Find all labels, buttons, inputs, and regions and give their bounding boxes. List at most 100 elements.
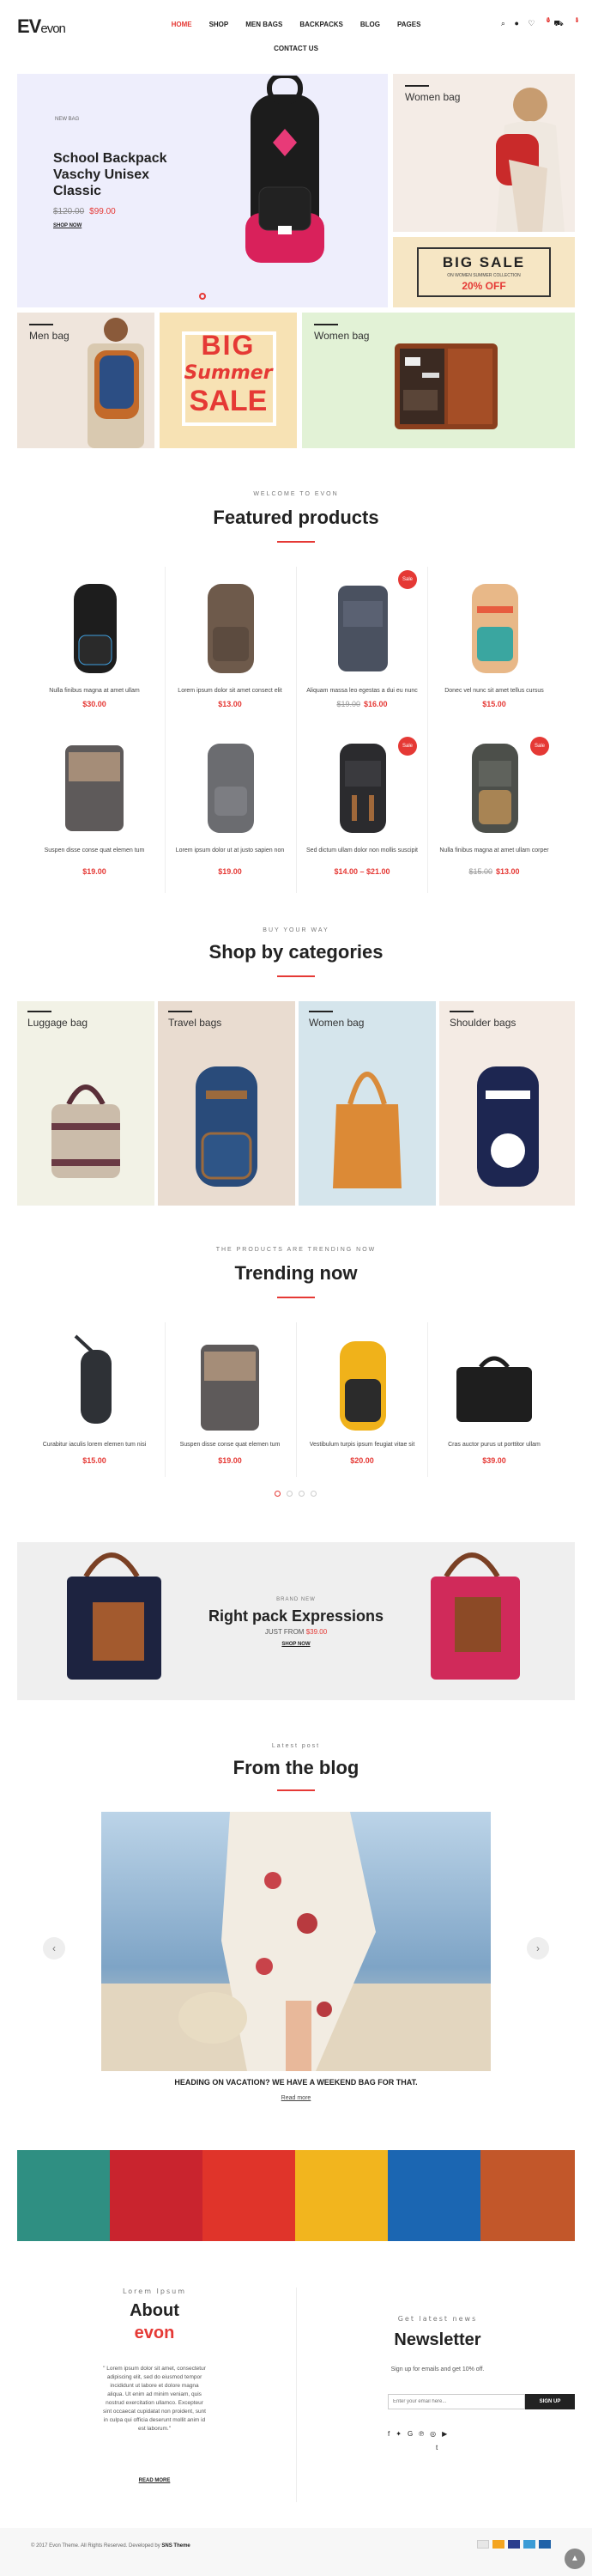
facebook-icon[interactable]: f (388, 2430, 396, 2438)
category-travel-bags[interactable]: Travel bags (158, 1001, 295, 1206)
blog-post-title[interactable]: HEADING ON VACATION? WE HAVE A WEEKEND B… (0, 2078, 592, 2087)
category-luggage-bag[interactable]: Luggage bag (17, 1001, 154, 1206)
product-price: $30.00 (82, 700, 106, 708)
featured-kicker: WELCOME TO EVON (253, 491, 339, 497)
product-image (208, 584, 254, 673)
tumblr-icon[interactable]: t (436, 2444, 438, 2451)
blog-read-more[interactable]: Read more (0, 2095, 592, 2101)
trending-card[interactable]: Cras auctor purus ut porttitor ullam $39… (434, 1327, 554, 1473)
tile-big-sale[interactable]: BIG SALE ON WOMEN SUMMER COLLECTION 20% … (393, 237, 575, 307)
blog-post-image[interactable] (101, 1812, 491, 2071)
product-card[interactable]: Lorem ipsum dolor sit amet consect elit … (170, 567, 290, 720)
product-image (456, 1356, 532, 1422)
visa-icon (508, 2540, 520, 2549)
product-name[interactable]: Cras auctor purus ut porttitor ullam (434, 1441, 554, 1449)
search-icon[interactable]: ⌕ (501, 19, 505, 27)
product-card[interactable]: Sale Nulla finibus magna at amet ullam c… (434, 728, 554, 891)
trending-card[interactable]: Curabitur iaculis lorem elemen tum nisi … (34, 1327, 154, 1473)
blog-underline (277, 1789, 315, 1791)
nav-shop[interactable]: SHOP (209, 21, 229, 28)
tile-women-bag[interactable]: Women bag (393, 74, 575, 232)
product-card[interactable]: Sale Sed dictum ullam dolor non mollis s… (302, 728, 422, 891)
product-name[interactable]: Nulla finibus magna at amet ullam corper (434, 847, 554, 855)
product-name[interactable]: Nulla finibus magna at amet ullam (34, 687, 154, 696)
product-card[interactable]: Suspen disse conse quat elemen tum $19.0… (34, 728, 154, 891)
instagram-icon[interactable]: ◎ (430, 2430, 442, 2438)
header-icons: ⌕ ● ♡ 0 ⛟ 0 (494, 17, 578, 29)
category-image (51, 1084, 120, 1178)
about-read-more[interactable]: READ MORE (17, 2478, 292, 2483)
gallery-image[interactable] (480, 2150, 575, 2241)
product-card[interactable]: Donec vel nunc sit amet tellus cursus $1… (434, 567, 554, 720)
cart-icon[interactable]: ⛟ 0 (553, 17, 578, 27)
trending-card[interactable]: Suspen disse conse quat elemen tum $19.0… (170, 1327, 290, 1473)
gallery-image[interactable] (110, 2150, 202, 2241)
nav-contact[interactable]: CONTACT US (0, 45, 592, 52)
tile-men-bag[interactable]: Men bag (17, 313, 154, 448)
big-sale-off: 20% OFF (462, 280, 506, 292)
wishlist-icon[interactable]: ♡ 0 (528, 17, 550, 27)
product-price: $20.00 (350, 1456, 374, 1465)
nav-pages[interactable]: PAGES (397, 21, 420, 28)
product-card[interactable]: Nulla finibus magna at amet ullam $30.00 (34, 567, 154, 720)
pagination-dot[interactable] (275, 1491, 281, 1497)
product-card[interactable]: Sale Aliquam massa leo egestas a dui eu … (302, 567, 422, 720)
sale-badge: Sale (398, 570, 417, 589)
nav-backpacks[interactable]: BACKPACKS (299, 21, 343, 28)
developer-link[interactable]: SNS Theme (161, 2543, 190, 2549)
trending-kicker: THE PRODUCTS ARE TRENDING NOW (215, 1247, 377, 1253)
google-plus-icon[interactable]: G (408, 2430, 419, 2438)
summer-text: Summer (184, 362, 273, 384)
tile-women-bag-2[interactable]: Women bag (302, 313, 575, 448)
product-name[interactable]: Donec vel nunc sit amet tellus cursus (434, 687, 554, 696)
newsletter-email-input[interactable] (388, 2394, 525, 2409)
gallery-image[interactable] (202, 2150, 295, 2241)
nav-home[interactable]: HOME (172, 21, 192, 28)
pagination-dot[interactable] (287, 1491, 293, 1497)
nav-blog[interactable]: BLOG (360, 21, 380, 28)
product-image (74, 584, 117, 673)
pagination-dot[interactable] (311, 1491, 317, 1497)
product-name[interactable]: Vestibulum turpis ipsum feugiat vitae si… (302, 1441, 422, 1449)
chevron-left-icon[interactable]: ‹ (43, 1937, 65, 1959)
amex-icon (523, 2540, 535, 2549)
product-name[interactable]: Lorem ipsum dolor ut at justo sapien non (170, 847, 290, 855)
newsletter-signup-button[interactable]: SIGN UP (525, 2394, 575, 2409)
tile-summer-sale[interactable]: BIG Summer SALE (160, 313, 297, 448)
promo-title: Right pack Expressions (208, 1607, 384, 1625)
user-icon[interactable]: ● (514, 19, 518, 27)
product-name[interactable]: Aliquam massa leo egestas a dui eu nunc (302, 687, 422, 696)
product-name[interactable]: Lorem ipsum dolor sit amet consect elit (170, 687, 290, 696)
product-image (65, 745, 124, 831)
product-image (472, 584, 518, 673)
social-icons: f✦G℗◎▶ (388, 2430, 453, 2438)
product-name[interactable]: Curabitur iaculis lorem elemen tum nisi (34, 1441, 154, 1449)
promo-shop-now[interactable]: SHOP NOW (17, 1642, 575, 1647)
open-case-image (395, 343, 498, 429)
chevron-right-icon[interactable]: › (527, 1937, 549, 1959)
trending-card[interactable]: Vestibulum turpis ipsum feugiat vitae si… (302, 1327, 422, 1473)
product-name[interactable]: Sed dictum ullam dolor non mollis suscip… (302, 847, 422, 855)
twitter-icon[interactable]: ✦ (396, 2430, 408, 2438)
product-price: $14.00 – $21.00 (334, 867, 390, 876)
nav-men-bags[interactable]: MEN BAGS (245, 21, 282, 28)
category-shoulder-bags[interactable]: Shoulder bags (439, 1001, 575, 1206)
category-women-bag[interactable]: Women bag (299, 1001, 436, 1206)
product-card[interactable]: Lorem ipsum dolor ut at justo sapien non… (170, 728, 290, 891)
gallery-image[interactable] (388, 2150, 480, 2241)
newsletter-kicker: Get latest news (397, 2315, 478, 2323)
pinterest-icon[interactable]: ℗ (419, 2430, 430, 2438)
hero-shop-now[interactable]: SHOP NOW (53, 223, 82, 228)
blog-kicker: Latest post (271, 1743, 321, 1749)
footer (0, 2528, 592, 2576)
slider-dot[interactable] (199, 293, 206, 300)
featured-title: Featured products (213, 507, 379, 528)
hero-backpack-image (245, 76, 324, 263)
scroll-top-icon[interactable]: ▲ (565, 2549, 585, 2569)
youtube-icon[interactable]: ▶ (442, 2430, 453, 2438)
gallery-image[interactable] (295, 2150, 388, 2241)
product-name[interactable]: Suspen disse conse quat elemen tum (170, 1441, 290, 1449)
pagination-dot[interactable] (299, 1491, 305, 1497)
product-name[interactable]: Suspen disse conse quat elemen tum (34, 847, 154, 855)
gallery-image[interactable] (17, 2150, 110, 2241)
